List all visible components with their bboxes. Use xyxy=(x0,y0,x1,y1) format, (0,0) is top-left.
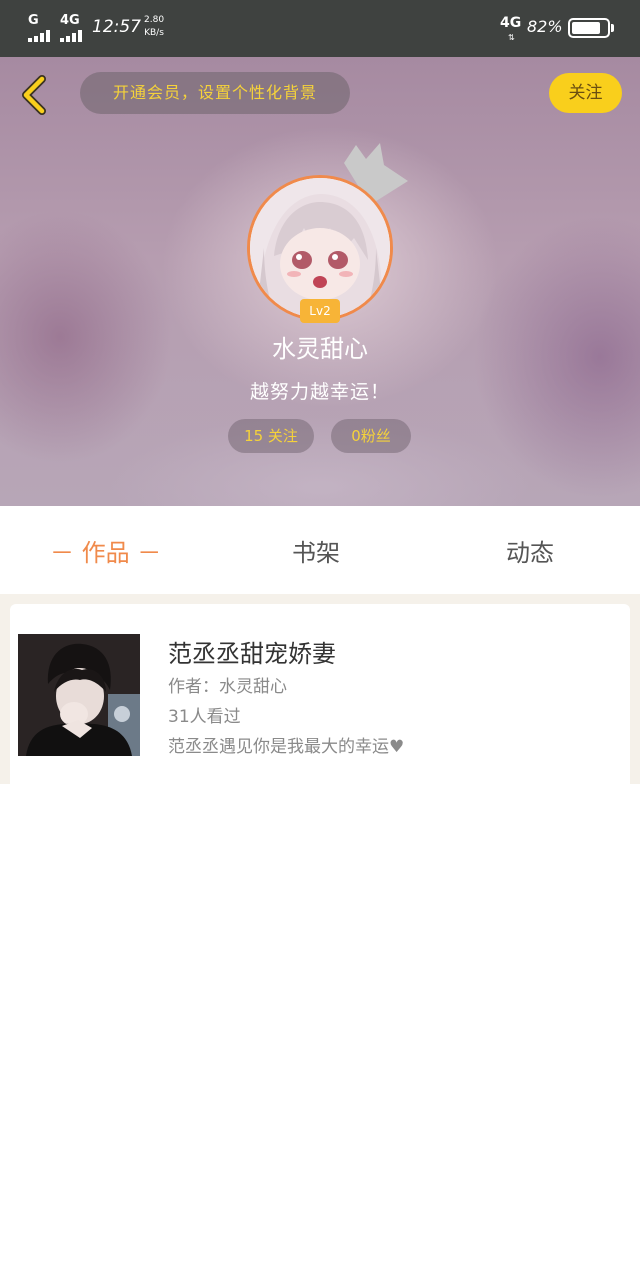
book-description: 范丞丞遇见你是我最大的幸运♥ xyxy=(168,737,405,757)
book-card[interactable]: 范丞丞甜宠娇妻 作者：水灵甜心 31人看过 范丞丞遇见你是我最大的幸运♥ xyxy=(10,604,630,784)
mobile-data-label: 4G xyxy=(500,15,522,31)
level-badge: Lv2 xyxy=(300,299,340,323)
tab-works[interactable]: － 作品 － xyxy=(50,533,161,568)
follow-button[interactable]: 关注 xyxy=(549,73,622,113)
battery-icon xyxy=(568,18,610,38)
signal-bars-icon xyxy=(60,30,82,42)
book-cover-image xyxy=(18,634,140,756)
sim2-network-label: 4G xyxy=(60,13,80,28)
book-cover[interactable] xyxy=(18,634,140,756)
net-speed-value: 2.80 xyxy=(144,15,165,25)
fans-count-button[interactable]: 0粉丝 xyxy=(331,419,411,453)
tab-bookshelf[interactable]: 书架 xyxy=(292,533,340,568)
profile-tabs: － 作品 － 书架 动态 xyxy=(0,506,640,594)
sim2-signal: 4G xyxy=(60,14,82,42)
net-speed: 2.80 KB/s xyxy=(144,14,164,40)
data-activity-icon: ⇅ xyxy=(508,33,515,42)
book-view-count: 31人看过 xyxy=(168,707,241,727)
sim1-network-label: G xyxy=(28,13,39,28)
avatar-image xyxy=(250,178,390,318)
signal-bars-icon xyxy=(28,30,50,42)
profile-motto: 越努力越幸运！ xyxy=(249,381,390,403)
back-arrow-icon[interactable] xyxy=(18,73,52,117)
battery-tip xyxy=(611,24,614,32)
tab-moments[interactable]: 动态 xyxy=(506,533,554,568)
net-speed-unit: KB/s xyxy=(144,28,164,38)
profile-header: 开通会员，设置个性化背景 关注 Lv2 水灵甜心 越努力越幸运！ 15 关注 0… xyxy=(0,57,640,506)
works-list: 范丞丞甜宠娇妻 作者：水灵甜心 31人看过 范丞丞遇见你是我最大的幸运♥ xyxy=(0,594,640,784)
following-count-button[interactable]: 15 关注 xyxy=(228,419,314,453)
clock: 12:57 xyxy=(92,17,141,37)
book-title[interactable]: 范丞丞甜宠娇妻 xyxy=(168,634,336,669)
book-author: 作者：水灵甜心 xyxy=(168,677,287,697)
username: 水灵甜心 xyxy=(272,335,368,363)
sim1-signal: G xyxy=(28,14,50,42)
vip-background-banner[interactable]: 开通会员，设置个性化背景 xyxy=(80,72,350,114)
status-bar: G 4G 12:57 2.80 KB/s 4G ⇅ 82% xyxy=(0,0,640,57)
battery-percent: 82% xyxy=(527,17,563,36)
